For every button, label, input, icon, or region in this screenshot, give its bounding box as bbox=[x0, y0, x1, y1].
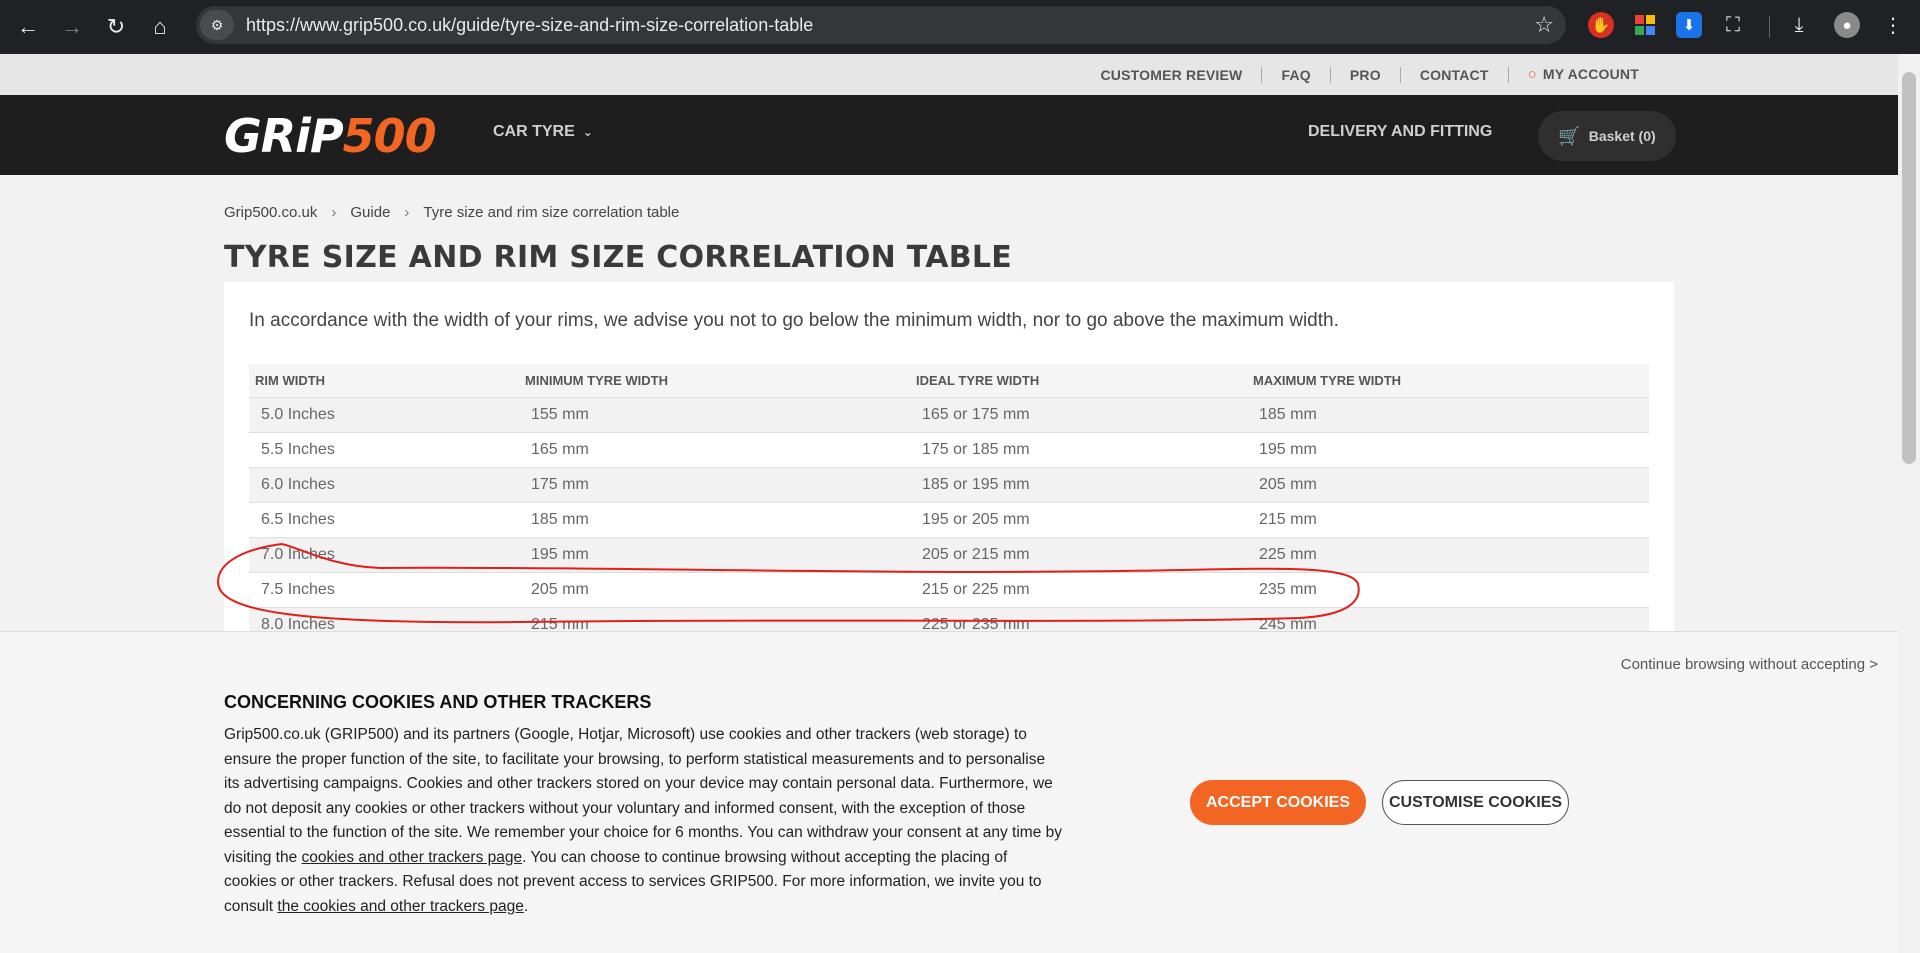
site-info-icon[interactable]: ⚙ bbox=[200, 10, 234, 40]
cookies-page-link[interactable]: the cookies and other trackers page bbox=[277, 898, 523, 915]
column-header: RIM WIDTH bbox=[249, 364, 519, 397]
table-cell: 195 mm bbox=[1247, 431, 1649, 467]
breadcrumb-home[interactable]: Grip500.co.uk bbox=[224, 204, 317, 221]
content-card: In accordance with the width of your rim… bbox=[224, 282, 1674, 642]
breadcrumb-current: Tyre size and rim size correlation table bbox=[423, 204, 680, 221]
column-header: MINIMUM TYRE WIDTH bbox=[519, 364, 910, 397]
table-cell: 165 mm bbox=[519, 431, 910, 467]
table-cell: 6.0 Inches bbox=[249, 466, 519, 502]
table-cell: 185 mm bbox=[519, 501, 910, 537]
table-header-row: RIM WIDTH MINIMUM TYRE WIDTH IDEAL TYRE … bbox=[249, 364, 1649, 397]
home-icon[interactable]: ⌂ bbox=[138, 5, 182, 49]
download-manager-extension-icon[interactable]: ⬇ bbox=[1676, 12, 1702, 38]
intro-text: In accordance with the width of your rim… bbox=[249, 310, 1339, 331]
downloads-icon[interactable]: ⤓ bbox=[1786, 12, 1812, 38]
back-icon[interactable]: ← bbox=[6, 5, 50, 49]
accept-cookies-button[interactable]: ACCEPT COOKIES bbox=[1190, 780, 1366, 825]
table-row: 5.5 Inches 165 mm 175 or 185 mm 195 mm bbox=[249, 431, 1649, 467]
table-cell: 7.0 Inches bbox=[249, 536, 519, 572]
table-row-highlighted: 7.5 Inches 205 mm 215 or 225 mm 235 mm bbox=[249, 571, 1649, 607]
bookmark-star-icon[interactable]: ☆ bbox=[1534, 12, 1554, 38]
faq-link[interactable]: FAQ bbox=[1262, 67, 1329, 83]
table-cell: 215 mm bbox=[1247, 501, 1649, 537]
basket-button[interactable]: 🛒 Basket (0) bbox=[1538, 111, 1676, 161]
contact-link[interactable]: CONTACT bbox=[1401, 67, 1508, 83]
my-account-label: MY ACCOUNT bbox=[1542, 66, 1639, 82]
scrollbar-thumb[interactable] bbox=[1902, 72, 1916, 464]
profile-avatar-icon[interactable]: ● bbox=[1834, 12, 1860, 38]
browser-menu-icon[interactable]: ⋮ bbox=[1880, 12, 1906, 38]
car-tyre-menu[interactable]: CAR TYRE ⌄ bbox=[493, 123, 593, 141]
table-cell: 205 or 215 mm bbox=[910, 536, 1247, 572]
grip500-logo[interactable]: GRiP500 bbox=[224, 109, 437, 163]
table-cell: 175 or 185 mm bbox=[910, 431, 1247, 467]
table-cell: 175 mm bbox=[519, 466, 910, 502]
table-cell: 235 mm bbox=[1247, 571, 1649, 607]
cookie-title: CONCERNING COOKIES AND OTHER TRACKERS bbox=[224, 692, 652, 712]
table-cell: 185 or 195 mm bbox=[910, 466, 1247, 502]
table-cell: 5.5 Inches bbox=[249, 431, 519, 467]
user-icon: ○ bbox=[1527, 66, 1537, 83]
my-account-link[interactable]: ○ MY ACCOUNT bbox=[1509, 66, 1658, 83]
chevron-right-icon: › bbox=[331, 204, 337, 221]
cookie-banner: Continue browsing without accepting > CO… bbox=[0, 631, 1898, 953]
reload-icon[interactable]: ↻ bbox=[94, 5, 138, 49]
table-cell: 185 mm bbox=[1247, 396, 1649, 432]
table-cell: 195 mm bbox=[519, 536, 910, 572]
url-text[interactable]: https://www.grip500.co.uk/guide/tyre-siz… bbox=[246, 15, 813, 36]
utility-bar: CUSTOMER REVIEW FAQ PRO CONTACT ○ MY ACCO… bbox=[0, 54, 1898, 95]
site-header: GRiP500 CAR TYRE ⌄ DELIVERY AND FITTING 🛒… bbox=[0, 95, 1898, 175]
basket-label: Basket (0) bbox=[1588, 128, 1656, 144]
table-row: 5.0 Inches 155 mm 165 or 175 mm 185 mm bbox=[249, 396, 1649, 432]
cart-icon: 🛒 bbox=[1558, 125, 1581, 146]
table-cell: 155 mm bbox=[519, 396, 910, 432]
table-row: 6.0 Inches 175 mm 185 or 195 mm 205 mm bbox=[249, 466, 1649, 502]
table-row: 6.5 Inches 185 mm 195 or 205 mm 215 mm bbox=[249, 501, 1649, 537]
column-header: MAXIMUM TYRE WIDTH bbox=[1247, 364, 1649, 397]
breadcrumb: Grip500.co.uk › Guide › Tyre size and ri… bbox=[224, 204, 679, 221]
breadcrumb-guide[interactable]: Guide bbox=[350, 204, 390, 221]
table-row: 7.0 Inches 195 mm 205 or 215 mm 225 mm bbox=[249, 536, 1649, 572]
table-cell: 205 mm bbox=[1247, 466, 1649, 502]
address-bar[interactable]: ⚙ https://www.grip500.co.uk/guide/tyre-s… bbox=[196, 6, 1566, 44]
table-cell: 195 or 205 mm bbox=[910, 501, 1247, 537]
column-header: IDEAL TYRE WIDTH bbox=[910, 364, 1247, 397]
table-cell: 165 or 175 mm bbox=[910, 396, 1247, 432]
grid-extension-icon[interactable] bbox=[1632, 12, 1658, 38]
table-cell: 5.0 Inches bbox=[249, 396, 519, 432]
continue-without-accepting-link[interactable]: Continue browsing without accepting > bbox=[1621, 656, 1878, 673]
cookies-page-link[interactable]: cookies and other trackers page bbox=[302, 849, 523, 866]
extensions-puzzle-icon[interactable]: ⛶ bbox=[1720, 12, 1746, 38]
forward-icon[interactable]: → bbox=[50, 5, 94, 49]
table-cell: 6.5 Inches bbox=[249, 501, 519, 537]
toolbar-divider bbox=[1769, 16, 1770, 38]
pro-link[interactable]: PRO bbox=[1331, 67, 1400, 83]
browser-toolbar: ← → ↻ ⌂ ⚙ https://www.grip500.co.uk/guid… bbox=[0, 0, 1920, 54]
table-cell: 205 mm bbox=[519, 571, 910, 607]
page-title: TYRE SIZE AND RIM SIZE CORRELATION TABLE bbox=[224, 240, 1013, 275]
page-scrollbar[interactable] bbox=[1898, 54, 1920, 953]
chevron-down-icon: ⌄ bbox=[582, 125, 593, 139]
table-cell: 215 or 225 mm bbox=[910, 571, 1247, 607]
customise-cookies-button[interactable]: CUSTOMISE COOKIES bbox=[1382, 780, 1569, 825]
table-cell: 225 mm bbox=[1247, 536, 1649, 572]
customer-review-link[interactable]: CUSTOMER REVIEW bbox=[1081, 67, 1261, 83]
car-tyre-label: CAR TYRE bbox=[493, 123, 575, 140]
delivery-fitting-link[interactable]: DELIVERY AND FITTING bbox=[1308, 123, 1492, 141]
size-table: RIM WIDTH MINIMUM TYRE WIDTH IDEAL TYRE … bbox=[249, 364, 1649, 642]
chevron-right-icon: › bbox=[404, 204, 410, 221]
adblock-extension-icon[interactable]: ✋ bbox=[1588, 12, 1614, 38]
cookie-text: Grip500.co.uk (GRIP500) and its partners… bbox=[224, 726, 1063, 915]
table-cell: 7.5 Inches bbox=[249, 571, 519, 607]
